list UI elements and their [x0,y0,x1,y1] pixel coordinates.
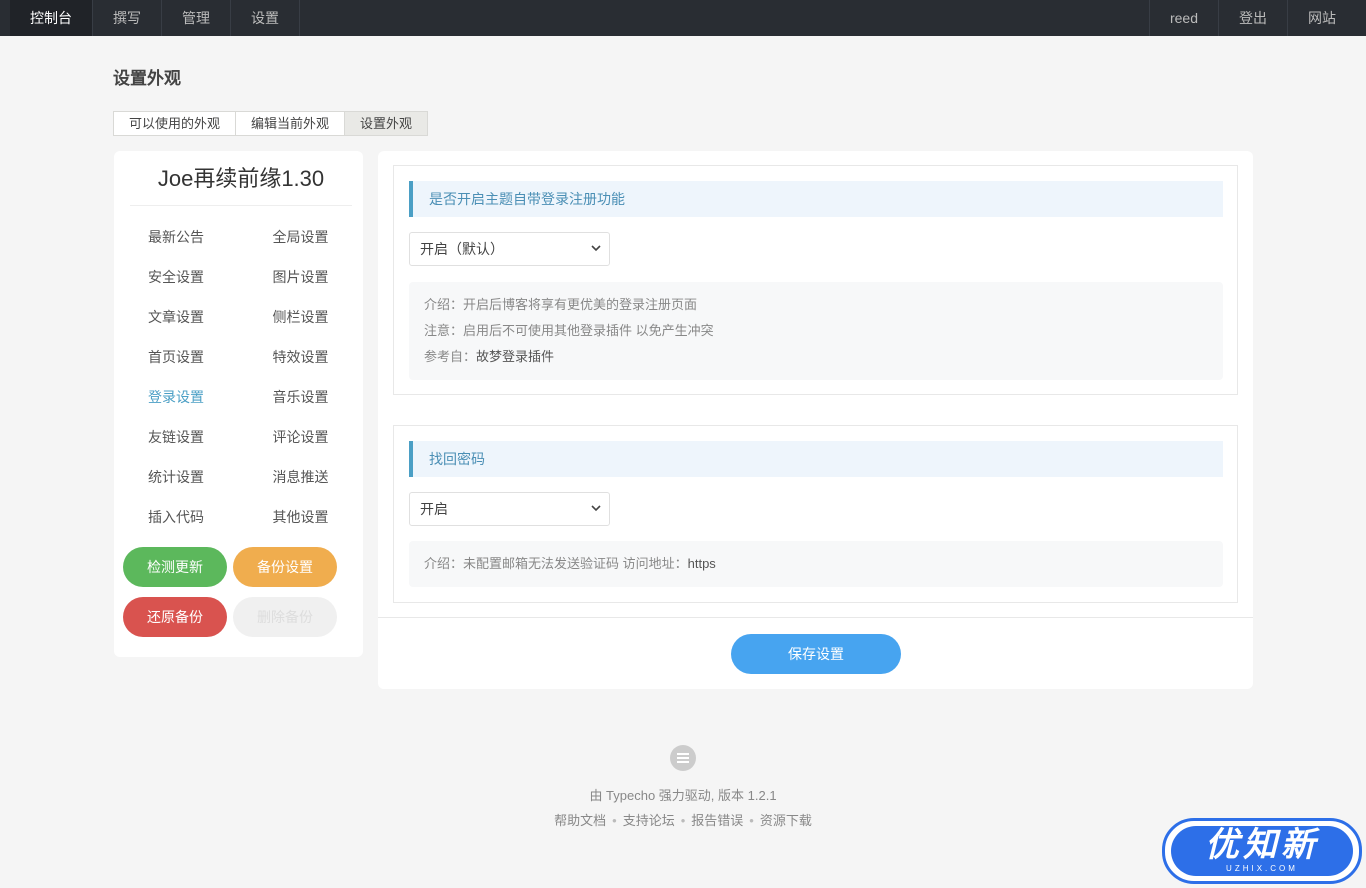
menu-item-push[interactable]: 消息推送 [238,457,363,497]
nav-settings[interactable]: 设置 [231,0,300,36]
select-value: 开启（默认） [420,241,504,257]
note-warning: 注意：启用后不可使用其他登录插件 以免产生冲突 [424,323,714,338]
check-update-button[interactable]: 检测更新 [123,547,227,587]
backup-button[interactable]: 备份设置 [233,547,337,587]
note-intro: 介绍：开启后博客将享有更优美的登录注册页面 [424,297,698,312]
menu-item-music[interactable]: 音乐设置 [238,377,363,417]
menu-item-article[interactable]: 文章设置 [114,297,238,337]
backup-buttons: 检测更新 备份设置 还原备份 删除备份 [123,547,345,637]
note-url: https [687,556,716,571]
section-heading: 是否开启主题自带登录注册功能 [409,181,1223,217]
menu-item-announcement[interactable]: 最新公告 [114,217,238,257]
top-nav: 控制台 撰写 管理 设置 reed 登出 网站 [0,0,1366,36]
menu-item-image[interactable]: 图片设置 [238,257,363,297]
menu-item-other[interactable]: 其他设置 [238,497,363,537]
nav-right: reed 登出 网站 [1148,0,1356,36]
delete-backup-button[interactable]: 删除备份 [233,597,337,637]
theme-sidebar: Joe再续前缘1.30 最新公告 全局设置 安全设置 图片设置 文章设置 侧栏设… [114,151,363,657]
settings-form: 是否开启主题自带登录注册功能 开启（默认） 介绍：开启后博客将享有更优美的登录注… [378,151,1253,689]
login-register-section: 是否开启主题自带登录注册功能 开启（默认） 介绍：开启后博客将享有更优美的登录注… [393,165,1238,395]
nav-dashboard[interactable]: 控制台 [10,0,93,36]
menu-item-statistics[interactable]: 统计设置 [114,457,238,497]
note-intro: 介绍：未配置邮箱无法发送验证码 访问地址：https [424,551,1208,577]
note-reference: 参考自：故梦登录插件 [424,344,1208,370]
note-intro-text: 介绍：未配置邮箱无法发送验证码 访问地址： [424,556,688,571]
section-note: 介绍：未配置邮箱无法发送验证码 访问地址：https [409,541,1223,587]
chevron-down-icon [591,245,601,252]
tab-theme-settings[interactable]: 设置外观 [344,111,429,136]
nav-write[interactable]: 撰写 [93,0,162,36]
select-value: 开启 [420,501,448,517]
tab-available-themes[interactable]: 可以使用的外观 [113,111,237,136]
settings-menu: 最新公告 全局设置 安全设置 图片设置 文章设置 侧栏设置 首页设置 特效设置 … [114,217,363,537]
menu-item-global[interactable]: 全局设置 [238,217,363,257]
note-ref-prefix: 参考自： [424,349,477,364]
theme-title: Joe再续前缘1.30 [130,151,352,206]
footer-link-download[interactable]: 资源下载 [760,813,812,828]
menu-item-effects[interactable]: 特效设置 [238,337,363,377]
nav-user[interactable]: reed [1148,0,1218,36]
password-recovery-section: 找回密码 开启 介绍：未配置邮箱无法发送验证码 访问地址：https [393,425,1238,603]
footer-powered-by: 由 Typecho 强力驱动, 版本 1.2.1 [589,788,777,803]
watermark-badge: 优知新 UZHIX.COM [1171,826,1353,876]
divider [378,617,1253,618]
nav-logout[interactable]: 登出 [1218,0,1287,36]
footer-links: 帮助文档 • 支持论坛 • 报告错误 • 资源下载 [554,813,812,828]
watermark-subtext: UZHIX.COM [1226,864,1298,873]
menu-item-security[interactable]: 安全设置 [114,257,238,297]
section-note: 介绍：开启后博客将享有更优美的登录注册页面 注意：启用后不可使用其他登录插件 以… [409,282,1223,380]
login-register-select[interactable]: 开启（默认） [409,232,610,266]
password-recovery-select[interactable]: 开启 [409,492,610,526]
page-title: 设置外观 [113,69,181,88]
theme-tabs: 可以使用的外观 编辑当前外观 设置外观 [113,111,429,136]
restore-backup-button[interactable]: 还原备份 [123,597,227,637]
save-button[interactable]: 保存设置 [731,634,901,674]
menu-item-login[interactable]: 登录设置 [114,377,238,417]
nav-manage[interactable]: 管理 [162,0,231,36]
footer-link-forum[interactable]: 支持论坛 [623,813,675,828]
watermark-text: 优知新 [1205,826,1319,864]
typecho-logo-icon [670,745,696,771]
menu-item-friend-links[interactable]: 友链设置 [114,417,238,457]
tab-edit-theme[interactable]: 编辑当前外观 [235,111,346,136]
menu-item-insert-code[interactable]: 插入代码 [114,497,238,537]
menu-item-homepage[interactable]: 首页设置 [114,337,238,377]
nav-left: 控制台 撰写 管理 设置 [10,0,300,36]
menu-item-comments[interactable]: 评论设置 [238,417,363,457]
footer-link-docs[interactable]: 帮助文档 [554,813,606,828]
nav-site[interactable]: 网站 [1287,0,1356,36]
reference-link[interactable]: 故梦登录插件 [476,349,554,364]
watermark-logo: 优知新 UZHIX.COM [1162,818,1362,884]
chevron-down-icon [591,505,601,512]
menu-item-sidebar[interactable]: 侧栏设置 [238,297,363,337]
footer-link-report[interactable]: 报告错误 [691,813,743,828]
section-heading: 找回密码 [409,441,1223,477]
